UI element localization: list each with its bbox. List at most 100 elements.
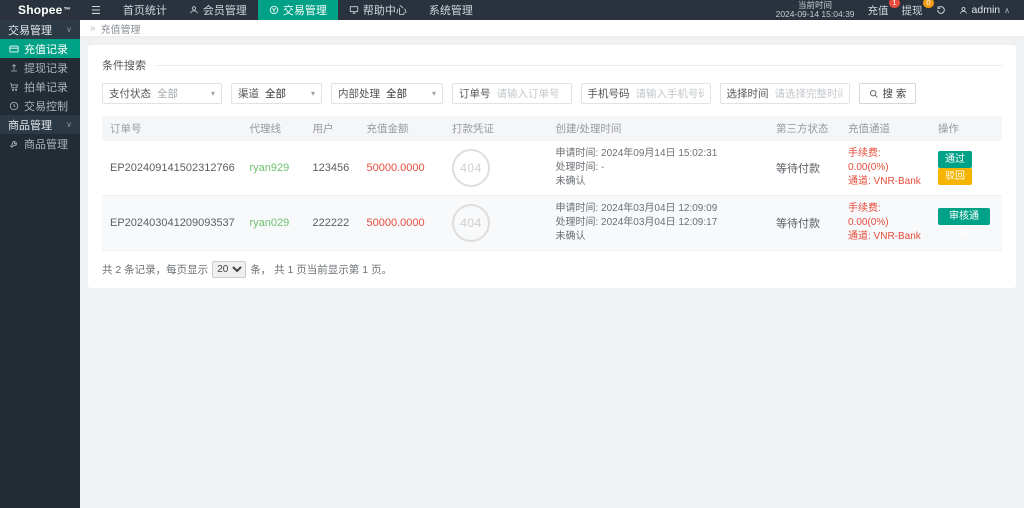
sidebar-item-trade-control[interactable]: 交易控制: [0, 96, 80, 115]
col-user: 用户: [305, 116, 359, 141]
pagination-suffix: 条， 共 1 页当前显示第 1 页。: [250, 262, 392, 277]
col-order-no: 订单号: [102, 116, 242, 141]
card-icon: [9, 44, 19, 54]
handle-time: 处理时间: 2024年03月04日 12:09:17: [556, 216, 761, 230]
cell-voucher: 404: [444, 196, 548, 251]
breadcrumb-sep-icon: »: [90, 23, 96, 34]
content: 条件搜索 支付状态 全部 ▾ 渠道 全部: [80, 37, 1024, 508]
sidebar-item-order-records[interactable]: 拍单记录: [0, 77, 80, 96]
nav-item-system[interactable]: 系统管理: [418, 0, 484, 20]
nav-label: 帮助中心: [363, 2, 407, 18]
reject-button[interactable]: 驳回: [938, 168, 972, 185]
hand-withdraw-icon: [9, 63, 19, 73]
audit-pass-button[interactable]: 审核通过: [938, 208, 990, 225]
sidebar-item-label: 提现记录: [24, 60, 68, 76]
approve-button[interactable]: 通过: [938, 151, 972, 168]
cell-channel: 手续费: 0.00(0%) 通道: VNR-Bank: [840, 141, 930, 196]
nav-label: 系统管理: [429, 2, 473, 18]
voucher-404-placeholder[interactable]: 404: [452, 204, 490, 242]
time-input[interactable]: [775, 84, 849, 103]
top-nav: 首页统计 会员管理 交易管理 帮助中心 系统管理: [112, 0, 484, 20]
phone-label: 手机号码: [582, 86, 636, 101]
withdraw-shortcut[interactable]: 提现 0: [902, 3, 923, 18]
internal-select[interactable]: 全部 ▾: [386, 84, 442, 103]
fee-line: 手续费: 0.00(0%): [848, 202, 922, 230]
nav-item-transactions[interactable]: 交易管理: [258, 0, 338, 20]
apply-time: 申请时间: 2024年03月04日 12:09:09: [556, 202, 761, 216]
channel-line: 通道: VNR-Bank: [848, 175, 922, 189]
sidebar-item-label: 充值记录: [24, 41, 68, 57]
cell-order-no: EP202403041209093537: [102, 196, 242, 251]
handle-time: 处理时间: -: [556, 161, 761, 175]
order-no-label: 订单号: [453, 86, 497, 101]
time-label: 选择时间: [721, 86, 775, 101]
internal-label: 内部处理: [332, 86, 386, 101]
cell-actions: 通过驳回: [930, 141, 1002, 196]
nav-label: 会员管理: [203, 2, 247, 18]
order-no-input[interactable]: [497, 84, 571, 103]
col-amount: 充值金额: [359, 116, 445, 141]
withdraw-label: 提现: [902, 5, 923, 17]
trademark-sup: ™: [64, 7, 71, 14]
monitor-icon: [349, 5, 359, 15]
coin-icon: [269, 5, 279, 15]
cell-times: 申请时间: 2024年03月04日 12:09:09 处理时间: 2024年03…: [548, 196, 769, 251]
col-actions: 操作: [930, 116, 1002, 141]
refresh-button[interactable]: [936, 5, 946, 15]
page-size-select[interactable]: 20: [212, 261, 246, 278]
nav-label: 交易管理: [283, 2, 327, 18]
phone-input[interactable]: [636, 84, 710, 103]
sidebar-group-transactions[interactable]: 交易管理 ∨: [0, 20, 80, 39]
topbar-right: 当前时间 2024-09-14 15:04:39 充值 1 提现 0 admin…: [776, 0, 1024, 20]
pay-status-value: 全部: [157, 86, 178, 101]
sidebar-item-label: 商品管理: [24, 136, 68, 152]
sidebar-item-recharge-records[interactable]: 充值记录: [0, 39, 80, 58]
sidebar: 交易管理 ∨ 充值记录 提现记录 拍单记录 交易控制 商品管理 ∨ 商品管理: [0, 20, 80, 508]
cell-user: 123456: [305, 141, 359, 196]
sidebar-item-label: 拍单记录: [24, 79, 68, 95]
pagination-prefix: 共 2 条记录，每页显示: [102, 262, 208, 277]
sidebar-group-products[interactable]: 商品管理 ∨: [0, 115, 80, 134]
sidebar-item-withdraw-records[interactable]: 提现记录: [0, 58, 80, 77]
search-title: 条件搜索: [102, 57, 156, 73]
col-times: 创建/处理时间: [548, 116, 769, 141]
pagination: 共 2 条记录，每页显示 20 条， 共 1 页当前显示第 1 页。: [102, 261, 1002, 278]
search-button[interactable]: 搜 索: [859, 83, 917, 104]
caret-down-icon: ▾: [211, 89, 215, 98]
recharge-table: 订单号 代理线 用户 充值金额 打款凭证 创建/处理时间 第三方状态 充值通道 …: [102, 116, 1002, 251]
table-row: EP202403041209093537 ryan029 222222 5000…: [102, 196, 1002, 251]
internal-group: 内部处理 全部 ▾: [331, 83, 443, 104]
recharge-shortcut[interactable]: 充值 1: [868, 3, 889, 18]
cell-times: 申请时间: 2024年09月14日 15:02:31 处理时间: - 未确认: [548, 141, 769, 196]
time-value: 2024-09-14 15:04:39: [776, 10, 855, 20]
person-icon: [189, 5, 199, 15]
user-menu[interactable]: admin ∧: [959, 4, 1010, 16]
wrench-icon: [9, 139, 19, 149]
caret-up-icon: ∧: [1004, 6, 1010, 15]
cell-channel: 手续费: 0.00(0%) 通道: VNR-Bank: [840, 196, 930, 251]
sidebar-item-label: 交易控制: [24, 98, 68, 114]
col-third-status: 第三方状态: [768, 116, 840, 141]
cell-voucher: 404: [444, 141, 548, 196]
pay-status-select[interactable]: 全部 ▾: [157, 84, 221, 103]
recharge-label: 充值: [868, 5, 889, 17]
topbar: Shopee™ ☰ 首页统计 会员管理 交易管理 帮助中心 系统管理 当前时间 …: [0, 0, 1024, 20]
caret-down-icon: ▾: [311, 89, 315, 98]
nav-item-help-center[interactable]: 帮助中心: [338, 0, 418, 20]
sidebar-item-product-management[interactable]: 商品管理: [0, 134, 80, 153]
main-area: » 充值管理 条件搜索 支付状态 全部 ▾: [80, 20, 1024, 508]
pay-status-group: 支付状态 全部 ▾: [102, 83, 222, 104]
search-button-label: 搜 索: [883, 86, 907, 101]
channel-select[interactable]: 全部 ▾: [265, 84, 321, 103]
recharge-card: 条件搜索 支付状态 全部 ▾ 渠道 全部: [88, 45, 1016, 288]
nav-item-members[interactable]: 会员管理: [178, 0, 258, 20]
voucher-404-placeholder[interactable]: 404: [452, 149, 490, 187]
nav-item-home-stats[interactable]: 首页统计: [112, 0, 178, 20]
hamburger-icon: ☰: [91, 4, 101, 17]
search-form: 支付状态 全部 ▾ 渠道 全部 ▾ 内部处理: [102, 83, 1002, 104]
chevron-down-icon: ∨: [66, 120, 72, 129]
hamburger-button[interactable]: ☰: [80, 0, 112, 20]
shopee-logo: Shopee™: [0, 0, 80, 20]
apply-time: 申请时间: 2024年09月14日 15:02:31: [556, 147, 761, 161]
group-label: 交易管理: [8, 22, 52, 38]
